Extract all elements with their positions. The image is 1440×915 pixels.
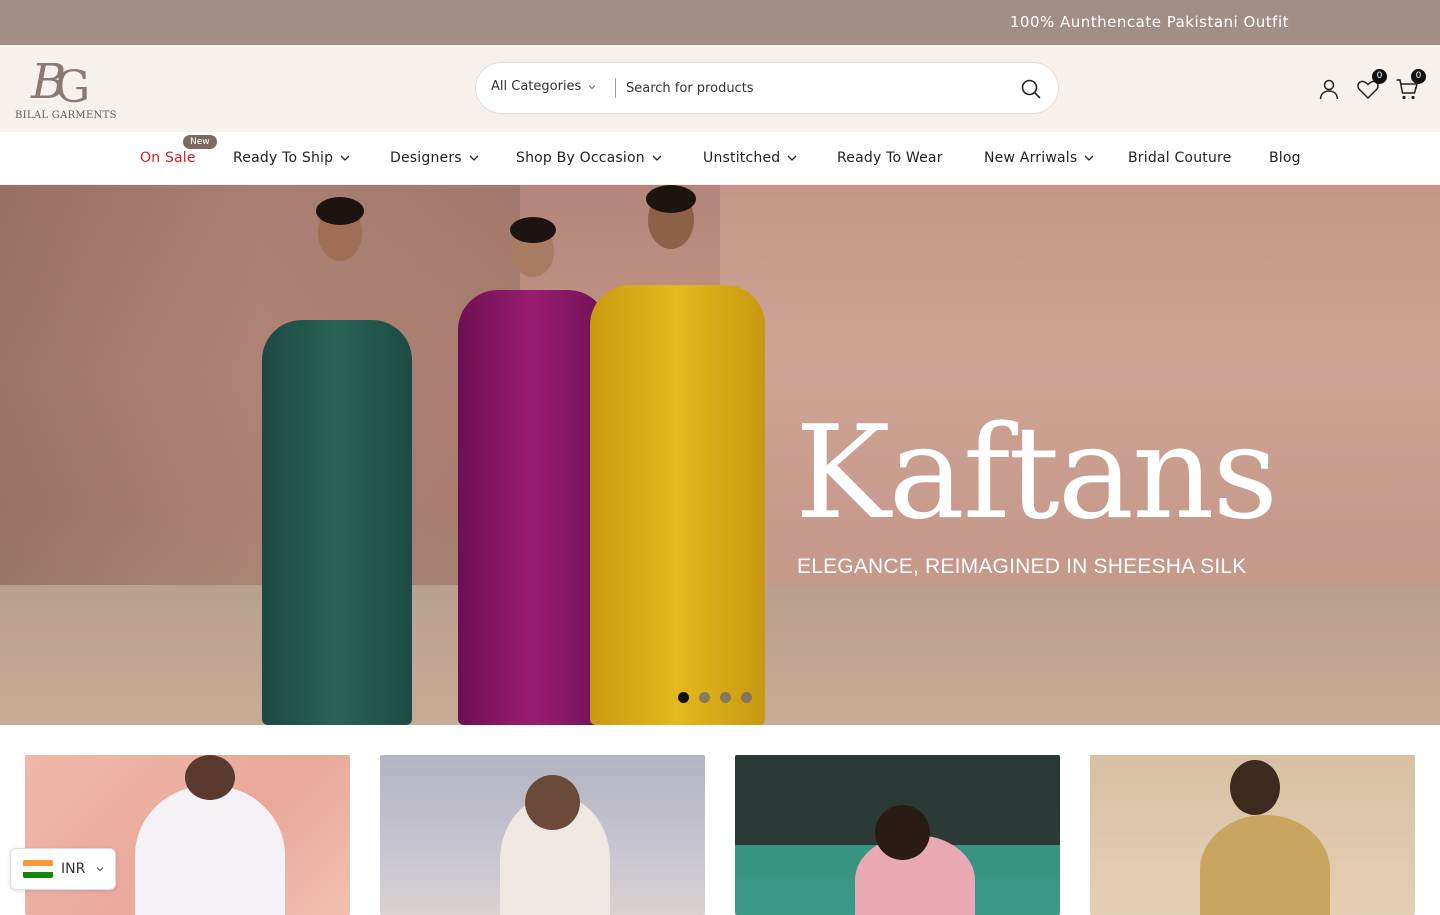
search-input[interactable]	[626, 75, 996, 101]
chevron-down-icon	[787, 155, 797, 161]
chevron-down-icon	[96, 867, 104, 872]
store-logo[interactable]: B G BILAL GARMENTS	[15, 52, 117, 124]
nav-item-designers[interactable]: Designers	[390, 150, 480, 166]
wishlist-button[interactable]: 0	[1356, 69, 1387, 101]
hero-subtitle: ELEGANCE, REIMAGINED IN SHEESHA SILK	[797, 555, 1247, 578]
card-image-model-hair	[875, 805, 930, 860]
category-select-label: All Categories	[491, 79, 582, 94]
nav-item-label: Shop By Occasion	[516, 150, 645, 166]
chevron-down-icon	[652, 155, 662, 161]
chevron-down-icon	[340, 155, 350, 161]
card-image-model	[135, 785, 285, 915]
card-image-model-hair	[1230, 760, 1280, 815]
currency-code: INR	[61, 861, 86, 877]
india-flag-icon	[23, 860, 53, 878]
cart-count-badge: 0	[1411, 69, 1426, 84]
model-purple-kaftan	[458, 290, 608, 725]
collection-card-3[interactable]	[735, 755, 1060, 915]
nav-item-ready-to-ship[interactable]: Ready To Ship	[233, 150, 351, 166]
search-bar: All Categories	[475, 62, 1059, 114]
nav-item-label: Designers	[390, 150, 462, 166]
nav-item-bridal-couture[interactable]: Bridal Couture	[1128, 150, 1232, 166]
chevron-down-icon	[469, 155, 479, 161]
nav-item-blog[interactable]: Blog	[1269, 150, 1301, 166]
nav-item-label: Bridal Couture	[1128, 150, 1232, 166]
model-green-kaftan	[262, 320, 412, 725]
svg-text:G: G	[55, 62, 90, 108]
collection-card-2[interactable]	[380, 755, 705, 915]
card-image-model-hair	[185, 755, 235, 800]
nav-item-label: New Arriwals	[984, 150, 1078, 166]
announcement-bar: 100% Aunthencate Pakistani Outfit	[0, 0, 1440, 45]
model-hair	[646, 185, 696, 213]
category-select[interactable]: All Categories	[491, 79, 597, 94]
slider-dot-2[interactable]	[699, 692, 710, 703]
nav-item-new-arrivals[interactable]: New Arriwals	[984, 150, 1095, 166]
slider-dot-1[interactable]	[678, 692, 689, 703]
account-icon[interactable]	[1317, 77, 1341, 101]
wishlist-count-badge: 0	[1372, 69, 1387, 84]
nav-item-label: Unstitched	[703, 150, 781, 166]
slider-dot-3[interactable]	[720, 692, 731, 703]
search-icon[interactable]	[1020, 78, 1042, 100]
hero-title: Kaftans	[795, 399, 1278, 548]
nav-item-label: On Sale	[140, 150, 196, 166]
nav-item-label: Ready To Wear	[837, 150, 943, 166]
nav-item-unstitched[interactable]: Unstitched	[703, 150, 798, 166]
nav-item-shop-by-occasion[interactable]: Shop By Occasion	[516, 150, 663, 166]
model-hair	[316, 197, 364, 225]
main-navigation: New On Sale Ready To Ship Designers Shop…	[0, 132, 1440, 185]
slider-pagination	[678, 692, 752, 703]
nav-item-on-sale[interactable]: On Sale	[140, 150, 196, 166]
nav-item-ready-to-wear[interactable]: Ready To Wear	[837, 150, 943, 166]
chevron-down-icon	[588, 84, 596, 89]
site-header: B G BILAL GARMENTS All Categories 0 0	[0, 45, 1440, 132]
logo-name: BILAL GARMENTS	[15, 110, 117, 121]
cart-button[interactable]: 0	[1395, 69, 1426, 101]
new-badge: New	[183, 135, 217, 149]
collection-card-4[interactable]	[1090, 755, 1415, 915]
nav-item-label: Ready To Ship	[233, 150, 334, 166]
chevron-down-icon	[1084, 155, 1094, 161]
currency-selector[interactable]: INR	[10, 848, 116, 890]
card-image-model	[1200, 815, 1330, 915]
slider-dot-4[interactable]	[741, 692, 752, 703]
model-yellow-kaftan	[590, 285, 765, 725]
announcement-text: 100% Aunthencate Pakistani Outfit	[1009, 13, 1289, 31]
hero-slider[interactable]: Kaftans ELEGANCE, REIMAGINED IN SHEESHA …	[0, 185, 1440, 725]
logo-monogram: B G	[30, 54, 90, 108]
card-image-model-hair	[525, 775, 580, 830]
model-hair	[510, 217, 556, 243]
nav-item-label: Blog	[1269, 150, 1301, 166]
search-divider	[615, 78, 616, 98]
collection-card-1[interactable]	[25, 755, 350, 915]
